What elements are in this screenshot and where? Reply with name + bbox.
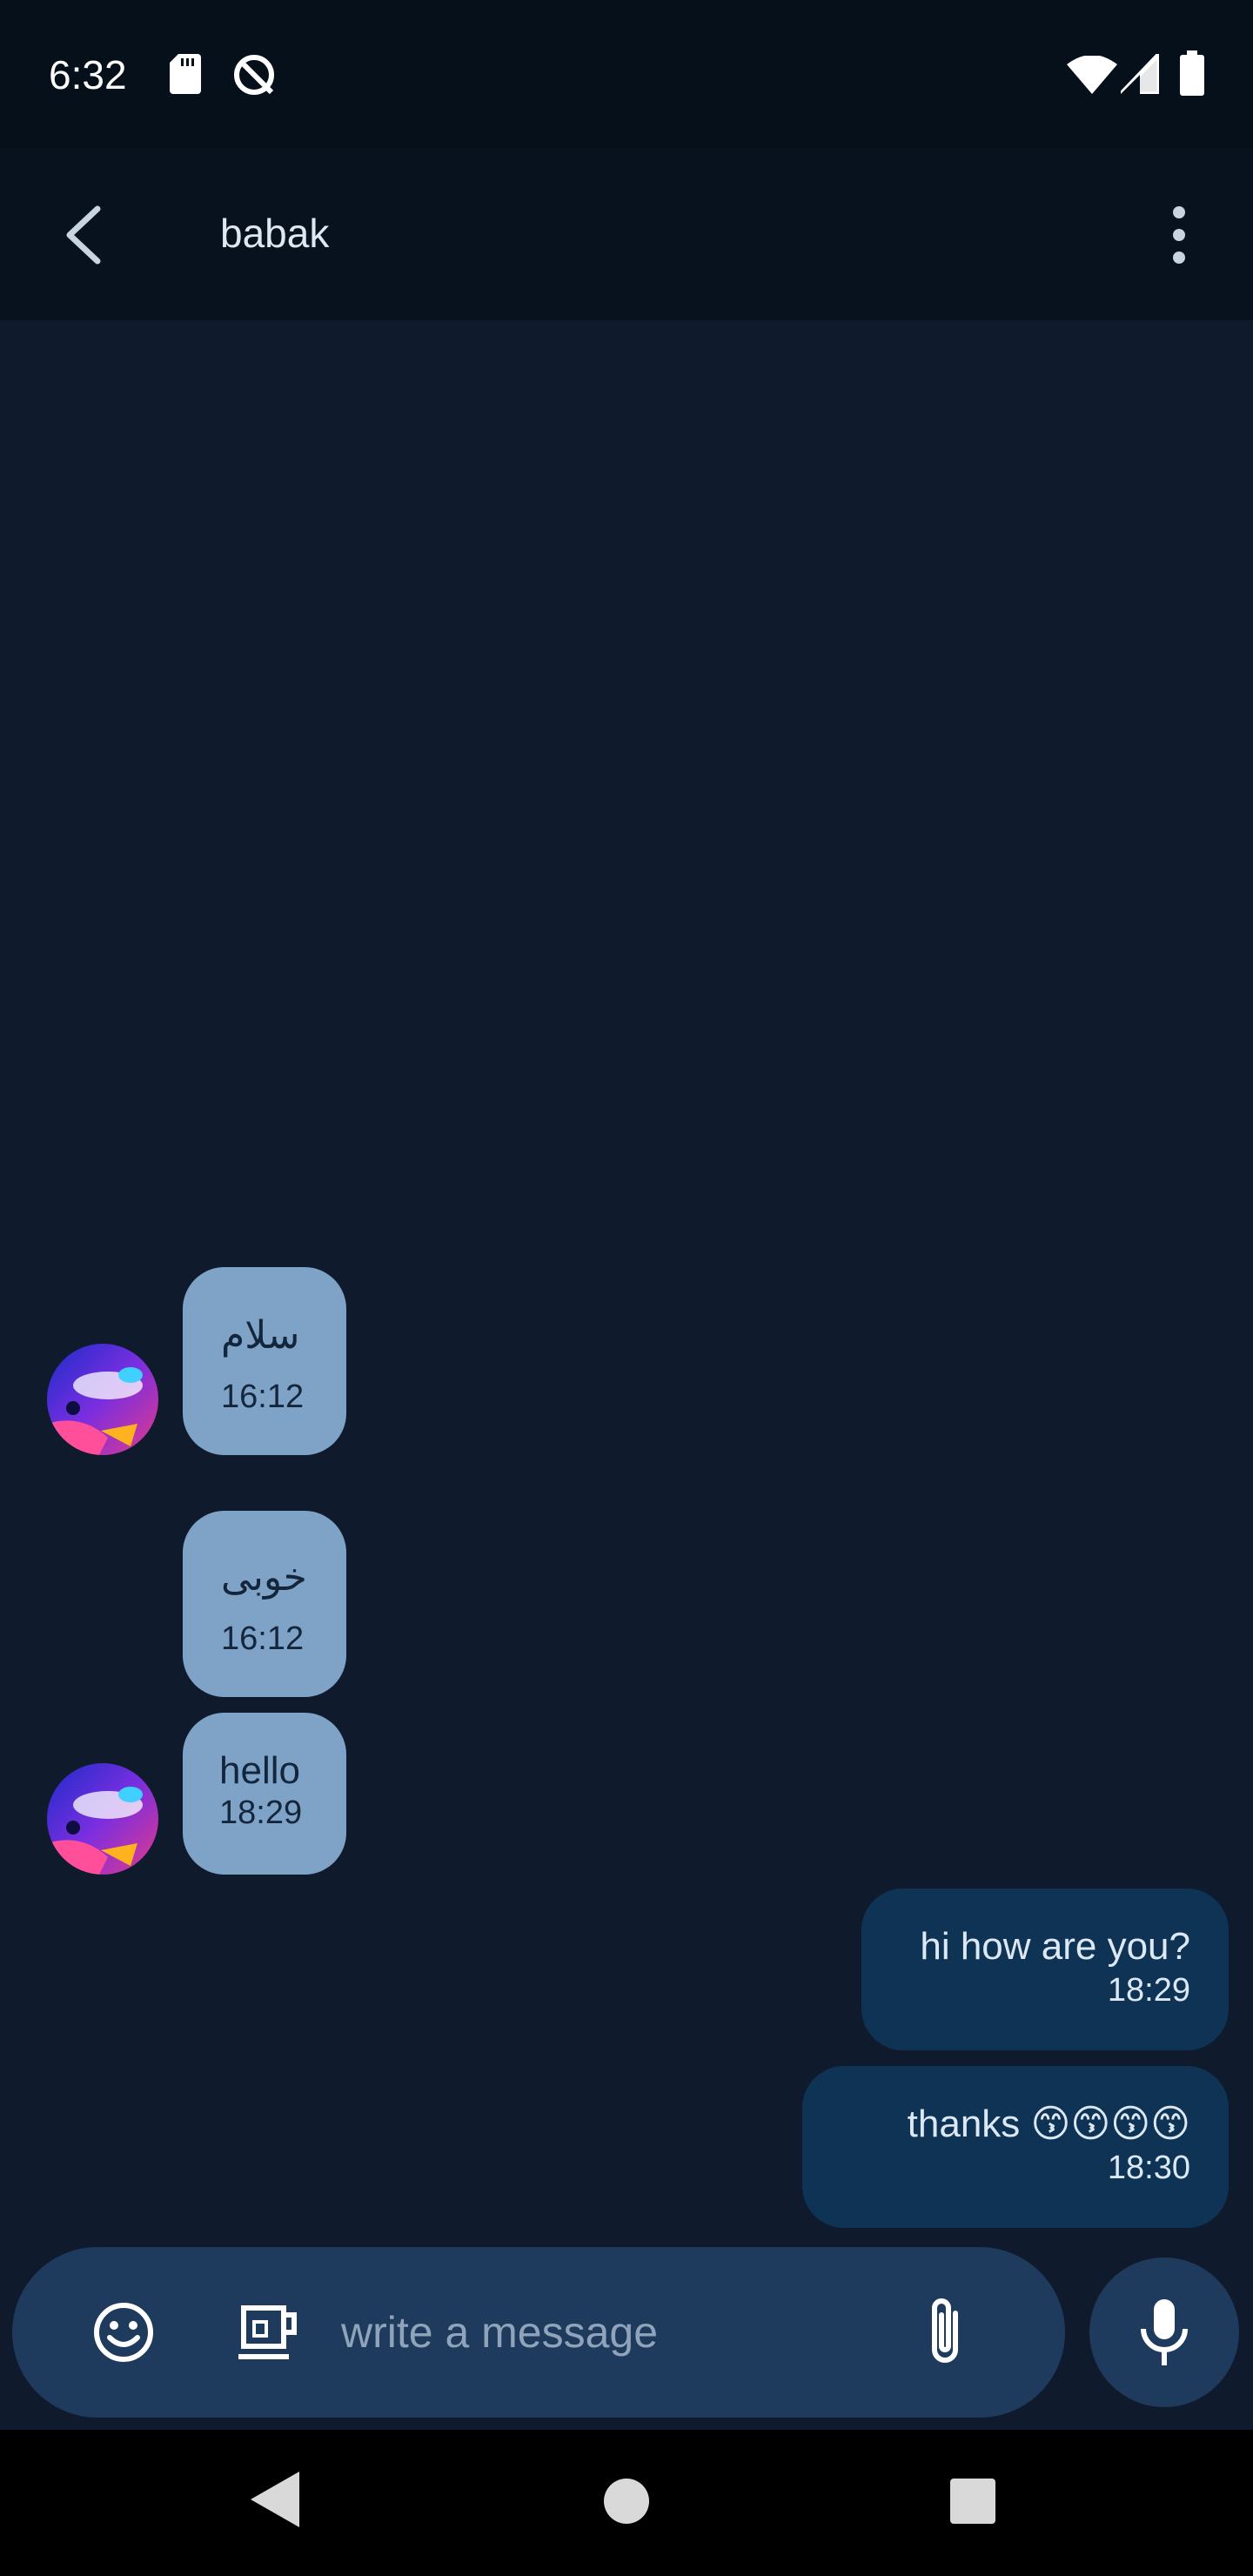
message-input[interactable] <box>341 2296 898 2369</box>
message-time: 16:12 <box>221 1379 305 1415</box>
more-options-button[interactable] <box>1157 200 1201 270</box>
message-time: 18:29 <box>1107 1972 1190 2009</box>
cell-signal-icon <box>1121 54 1159 94</box>
system-navigation-bar <box>0 2430 1253 2576</box>
message-text: سلام <box>221 1314 300 1357</box>
avatar-image <box>47 1344 158 1455</box>
status-bar: 6:32 <box>0 0 1253 148</box>
nav-recents-icon[interactable] <box>948 2477 997 2526</box>
message-time: 18:30 <box>1107 2150 1190 2186</box>
chat-title[interactable]: babak <box>220 205 329 261</box>
nav-home-icon[interactable] <box>600 2475 653 2527</box>
mic-icon <box>1141 2299 1188 2365</box>
battery-icon <box>1180 50 1204 96</box>
nav-back-icon[interactable] <box>247 2468 303 2531</box>
chat-screen: 6:32 babak سلام 16:12 خوبی 16:12 hello 1… <box>0 0 1253 2576</box>
emoji-icon[interactable] <box>89 2298 158 2367</box>
avatar[interactable] <box>47 1344 158 1455</box>
message-text: hello <box>219 1749 300 1792</box>
back-button[interactable] <box>52 200 118 270</box>
avatar-image <box>47 1763 158 1875</box>
message-bubble-outgoing[interactable]: hi how are you? 18:29 <box>861 1888 1229 2050</box>
message-text: hi how are you? <box>920 1925 1190 1968</box>
data-saver-icon <box>234 55 274 95</box>
composer-bar <box>12 2247 1065 2418</box>
sticker-icon[interactable] <box>235 2298 305 2367</box>
message-time: 18:29 <box>219 1794 303 1831</box>
message-bubble-incoming[interactable]: خوبی 16:12 <box>183 1511 346 1697</box>
sd-card-icon <box>170 54 201 94</box>
message-text: thanks 😙😙😙😙 <box>907 2103 1190 2145</box>
message-bubble-incoming[interactable]: سلام 16:12 <box>183 1267 346 1455</box>
wifi-icon <box>1067 56 1117 94</box>
voice-record-button[interactable] <box>1089 2257 1239 2407</box>
message-bubble-incoming[interactable]: hello 18:29 <box>183 1713 346 1875</box>
status-time: 6:32 <box>49 52 127 97</box>
paperclip-icon[interactable] <box>917 2292 973 2372</box>
avatar[interactable] <box>47 1763 158 1875</box>
message-bubble-outgoing[interactable]: thanks 😙😙😙😙 18:30 <box>802 2066 1229 2228</box>
message-time: 16:12 <box>221 1620 305 1657</box>
chat-header: babak <box>0 148 1253 320</box>
message-text: خوبی <box>221 1556 307 1599</box>
